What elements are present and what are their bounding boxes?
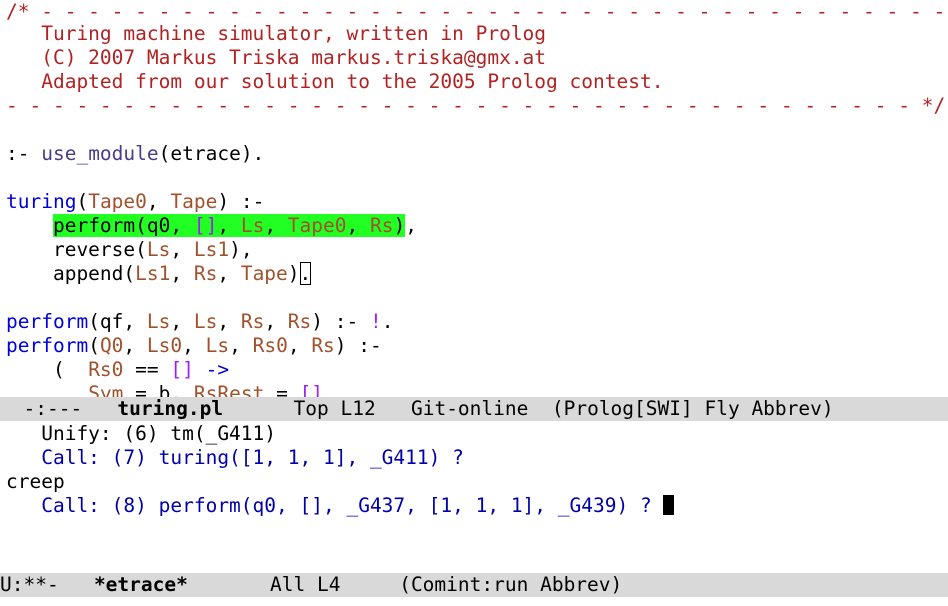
repl-creep: creep	[6, 470, 65, 493]
editor-cursor: .	[299, 262, 312, 285]
repl-call-perform[interactable]: Call: (8) perform(q0, [], _G437, [1, 1, …	[6, 494, 675, 518]
code-line-perform-qf: perform(qf, Ls, Ls, Rs, Rs) :- !.	[6, 310, 394, 333]
repl-call-turing: Call: (7) turing([1, 1, 1], _G411) ?	[6, 446, 464, 469]
modeline-repl-position: All L4	[270, 573, 341, 596]
repl-unify-line: Unify: (6) tm(_G411)	[6, 422, 277, 445]
comment-line-copyright: (C) 2007 Markus Triska markus.triska@gmx…	[6, 46, 547, 69]
code-line-reverse: reverse(Ls, Ls1),	[6, 238, 253, 261]
code-line-turing-head: turing(Tape0, Tape) :-	[6, 190, 265, 213]
modeline-modes: (Prolog[SWI] Fly Abbrev)	[551, 397, 834, 420]
modeline-repl-buffer-name: *etrace*	[93, 573, 188, 596]
code-line-if: ( Rs0 == [] ->	[6, 358, 230, 381]
repl-cursor	[663, 495, 675, 515]
modeline-position: Top L12	[293, 397, 376, 420]
highlighted-goal: perform(q0, [], Ls, Tape0, Rs)	[52, 214, 406, 237]
comment-bottom-rule: - - - - - - - - - - - - - - - - - - - - …	[6, 94, 946, 117]
code-line-partial: Sym = b, RsRest = []	[88, 382, 324, 397]
modeline-status: -:---	[23, 397, 83, 420]
modeline-repl[interactable]: U:**- *etrace* All L4 (Comint:run Abbrev…	[0, 573, 948, 597]
repl-prompt-text: Call: (8) perform(q0, [], _G437, [1, 1, …	[6, 494, 652, 517]
modeline-vc: Git-online	[410, 397, 529, 420]
modeline-buffer-name: turing.pl	[117, 397, 224, 420]
code-line-perform-q0: perform(Q0, Ls0, Ls, Rs0, Rs) :-	[6, 334, 382, 357]
minibuffer[interactable]	[0, 597, 948, 606]
modeline-repl-modes: (Comint:run Abbrev)	[399, 573, 623, 596]
comment-top-rule: /* - - - - - - - - - - - - - - - - - - -…	[6, 0, 946, 23]
modeline-editor[interactable]: -:--- turing.pl Top L12 Git-online (Prol…	[0, 397, 948, 421]
code-line-perform-call: perform(q0, [], Ls, Tape0, Rs),	[52, 214, 417, 237]
comment-line-adapted: Adapted from our solution to the 2005 Pr…	[6, 70, 664, 93]
code-line-use-module: :- use_module(etrace).	[6, 142, 265, 165]
comment-line-title: Turing machine simulator, written in Pro…	[6, 22, 547, 45]
modeline-repl-status: U:**-	[0, 573, 59, 596]
code-line-append: append(Ls1, Rs, Tape).	[6, 262, 312, 285]
